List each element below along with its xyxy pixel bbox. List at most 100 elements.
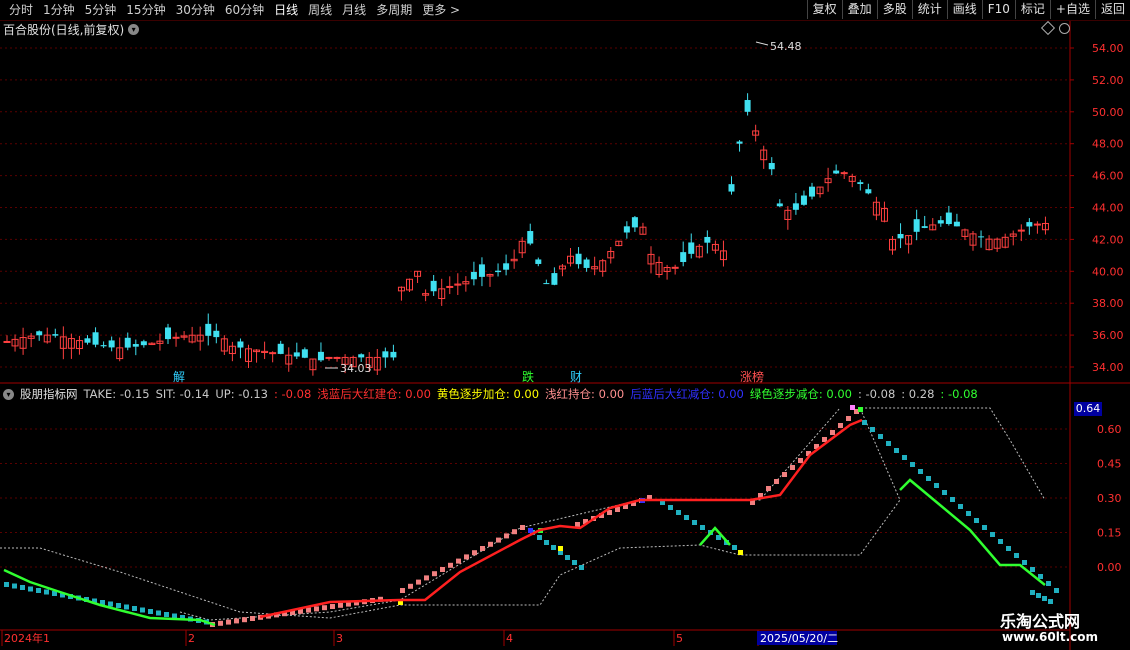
candle-body: [36, 331, 43, 336]
ind-tick-label: 0.00: [1097, 561, 1122, 574]
candle-body: [205, 323, 212, 336]
event-mark: 财: [570, 370, 582, 384]
tab-8[interactable]: 月线: [337, 2, 371, 18]
indicator-block: [926, 476, 931, 481]
ind-tick-label: 0.30: [1097, 492, 1122, 505]
ind-tick-label: 0.60: [1097, 423, 1122, 436]
indicator-block: [488, 541, 493, 547]
indicator-block: [774, 479, 779, 484]
indicator-block: [850, 405, 855, 410]
tab-9[interactable]: 多周期: [371, 2, 417, 18]
indicator-item-10: : 0.28: [901, 387, 935, 401]
candle-body: [84, 338, 91, 343]
candle-body: [495, 270, 502, 273]
indicator-block: [234, 618, 239, 624]
tab-3[interactable]: 15分钟: [121, 2, 170, 18]
tab-1[interactable]: 1分钟: [38, 2, 80, 18]
tab-7[interactable]: 周线: [303, 2, 337, 18]
candle-body: [865, 189, 872, 194]
low-label: 34.03: [340, 362, 372, 375]
indicator-block: [700, 525, 705, 530]
candle-body: [3, 340, 11, 343]
indicator-block: [400, 588, 405, 593]
toolbar-button-1[interactable]: 叠加: [841, 0, 877, 19]
high-pointer: [755, 41, 769, 46]
indicator-block: [306, 607, 311, 613]
price-tick-label: 54.00: [1092, 42, 1124, 55]
candle-body: [527, 231, 534, 244]
candle-body: [623, 226, 630, 233]
candle-body: [945, 212, 952, 225]
indicator-block: [338, 602, 343, 608]
indicator-block: [1054, 588, 1059, 593]
indicator-block: [226, 619, 231, 625]
candle-body: [358, 354, 365, 358]
price-tick-label: 34.00: [1092, 361, 1124, 374]
toolbar-button-6[interactable]: 标记: [1014, 0, 1050, 19]
indicator-block: [108, 601, 113, 607]
indicator-block: [1036, 593, 1041, 598]
chevron-down-icon[interactable]: ▾: [3, 388, 14, 400]
price-tick-label: 36.00: [1092, 329, 1124, 342]
indicator-block: [148, 609, 153, 614]
toolbar-button-4[interactable]: 画线: [946, 0, 982, 19]
candle-body: [575, 253, 582, 265]
candle-body: [551, 273, 558, 285]
toolbar-button-3[interactable]: 统计: [911, 0, 947, 19]
indicator-block: [12, 583, 17, 589]
tab-4[interactable]: 30分钟: [171, 2, 220, 18]
kline-chart[interactable]: 54.0052.0050.0048.0046.0044.0042.0040.00…: [0, 0, 1130, 650]
toolbar-button-0[interactable]: 复权: [806, 0, 842, 19]
indicator-block: [942, 490, 947, 495]
indicator-block: [798, 458, 803, 463]
toolbar-button-2[interactable]: 多股: [876, 0, 912, 19]
indicator-block: [766, 486, 771, 491]
candle-body: [140, 341, 147, 346]
candle-body: [430, 280, 437, 292]
indicator-block: [36, 588, 41, 593]
tab-0[interactable]: 分时: [4, 2, 38, 18]
indicator-block: [565, 555, 570, 560]
price-tick-label: 42.00: [1092, 233, 1124, 246]
indicator-block: [132, 606, 137, 611]
indicator-block: [732, 545, 737, 550]
tab-10[interactable]: 更多 >: [417, 2, 465, 18]
tab-5[interactable]: 60分钟: [220, 2, 269, 18]
candle-body: [1026, 222, 1033, 227]
indicator-block: [164, 612, 169, 617]
toolbar-button-7[interactable]: +自选: [1049, 0, 1095, 19]
indicator-block: [1046, 581, 1051, 586]
indicator-block: [408, 583, 413, 589]
indicator-block: [512, 529, 517, 535]
circle-icon[interactable]: [1059, 23, 1070, 34]
candle-body: [132, 344, 139, 347]
indicator-block: [878, 434, 883, 439]
toolbar-button-8[interactable]: 返回: [1094, 0, 1130, 19]
candle-body: [921, 226, 928, 228]
indicator-block: [218, 620, 223, 626]
indicator-block: [4, 582, 9, 587]
event-mark: 涨榜: [740, 369, 764, 384]
toolbar-button-5[interactable]: F10: [981, 0, 1015, 19]
candle-body: [543, 283, 550, 285]
indicator-block: [684, 515, 689, 520]
candle-body: [213, 330, 220, 338]
current-value-badge: 0.64: [1074, 402, 1102, 416]
candle-body: [100, 345, 107, 347]
candle-body: [671, 266, 679, 269]
indicator-block: [1048, 599, 1053, 604]
indicator-block: [558, 546, 563, 551]
indicator-block: [472, 550, 477, 556]
period-tabs: 分时 1分钟 5分钟 15分钟 30分钟 60分钟 日线 周线 月线 多周期 更多 >: [4, 2, 465, 18]
right-toolbar: 复权 叠加 多股 统计 画线 F10 标记 +自选 返回: [806, 0, 1130, 19]
candle-body: [744, 100, 751, 112]
tab-2[interactable]: 5分钟: [80, 2, 122, 18]
candle-body: [165, 327, 171, 340]
tab-6[interactable]: 日线: [269, 2, 303, 18]
chevron-down-icon[interactable]: ▾: [128, 24, 140, 35]
indicator-block: [1042, 596, 1047, 601]
candle-body: [631, 217, 638, 228]
candle-body: [382, 351, 389, 358]
indicator-block: [551, 545, 556, 550]
indicator-name: 股朋指标网: [20, 387, 78, 401]
